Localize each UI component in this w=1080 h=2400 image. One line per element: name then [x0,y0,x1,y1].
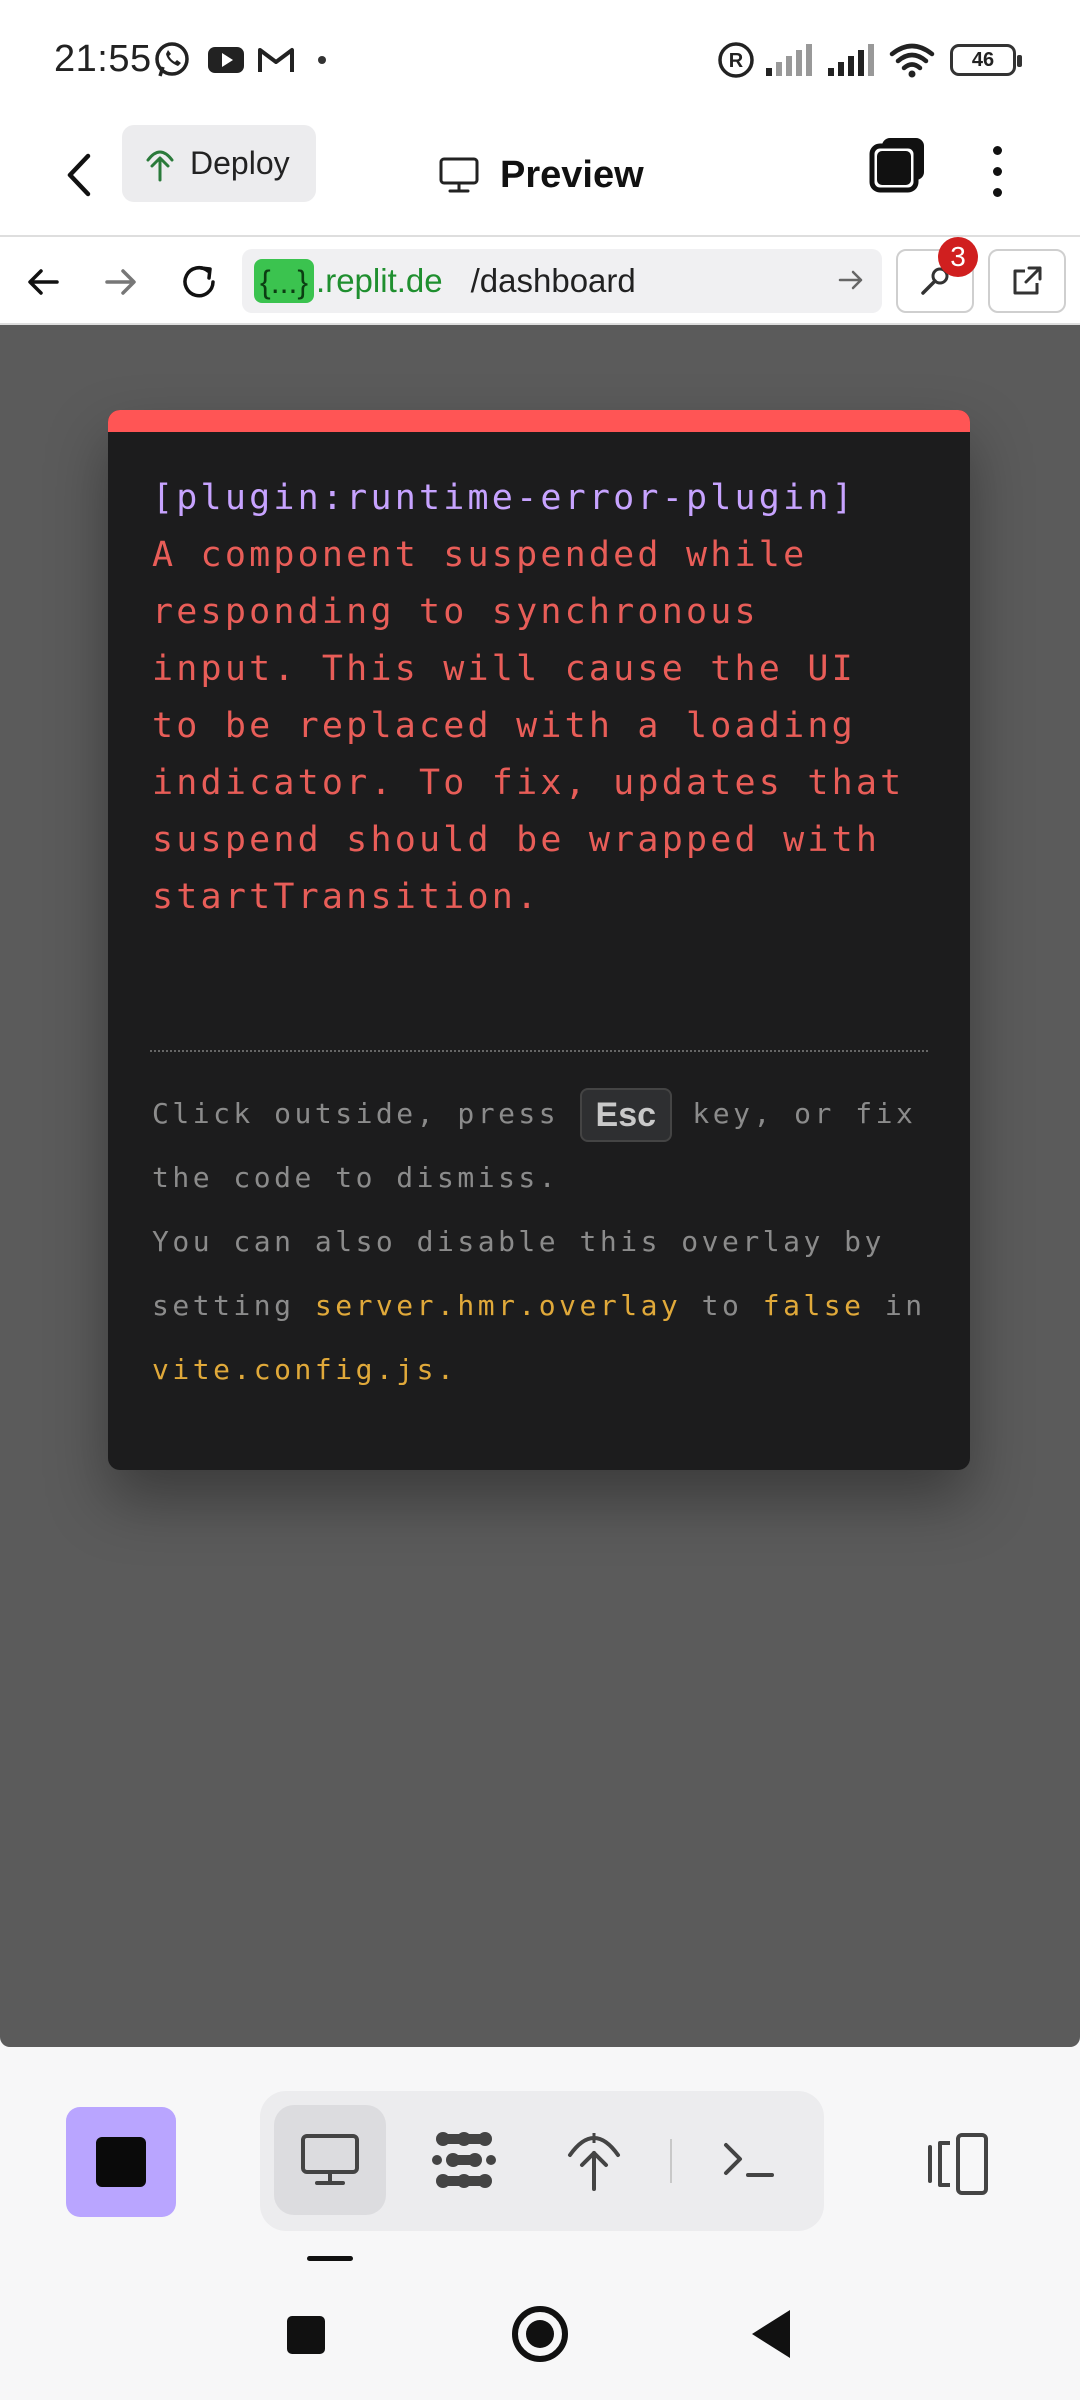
bottom-toolbar [0,2047,1080,2247]
url-field[interactable]: {...} .replit.de /dashboard [242,249,882,313]
preview-label: Preview [500,153,644,196]
home-icon[interactable] [512,2306,568,2362]
tip-text: . [437,1353,458,1386]
home-indicator [307,2256,353,2261]
signal-icon [828,44,874,76]
system-navigation-bar [0,2270,1080,2400]
system-back-icon[interactable] [752,2310,790,2358]
preview-title: Preview [438,140,644,210]
windows-icon[interactable] [868,132,930,194]
plugin-name: [plugin:runtime-error-plugin] [152,478,856,518]
tab-preview[interactable] [274,2105,386,2215]
preview-frame[interactable]: [plugin:runtime-error-plugin] A componen… [0,325,1080,2047]
devtools-button[interactable]: 3 [896,237,978,313]
recents-icon[interactable] [287,2316,325,2354]
youtube-icon [208,47,244,73]
tip-text: to [681,1289,763,1322]
stop-icon [96,2137,146,2187]
error-overlay: [plugin:runtime-error-plugin] A componen… [108,410,970,1470]
battery-icon: 46 [950,44,1022,76]
tip-text: in [864,1289,926,1322]
deploy-button[interactable]: Deploy [122,125,316,202]
error-overlay-accent [108,410,970,432]
monitor-icon [439,157,479,193]
status-bar: 21:55 R 46 [0,0,1080,120]
error-description: A component suspended while responding t… [152,535,905,917]
terminal-icon [724,2143,774,2177]
tab-deployments[interactable] [538,2105,650,2215]
esc-key: Esc [579,1088,673,1142]
registered-icon: R [718,42,754,78]
more-options-icon[interactable] [982,136,1012,206]
status-time: 21:55 [54,38,152,80]
url-domain: .replit.de [316,262,443,299]
external-link-icon [1013,266,1042,295]
tip-text: Click outside, press [152,1097,580,1130]
gmail-icon [258,48,294,72]
agent-icon [432,2132,496,2188]
browser-forward-icon[interactable] [94,255,148,309]
wifi-icon [889,43,935,78]
code-snippet: vite.config.js [152,1353,438,1386]
stop-button[interactable] [66,2107,176,2217]
tab-shell[interactable] [692,2105,804,2215]
go-arrow-icon[interactable] [834,263,868,297]
tab-agent[interactable] [408,2105,520,2215]
chevron-left-icon [67,153,91,197]
tab-separator [670,2139,672,2183]
open-external-button[interactable] [988,249,1066,313]
code-snippet: server.hmr.overlay [314,1289,682,1322]
error-count-badge: 3 [938,237,978,277]
workspace-tabs [260,2091,824,2231]
overlay-tip: Click outside, press Esc key, or fix the… [152,1082,942,1402]
url-path[interactable]: /dashboard [471,262,636,300]
url-toolbar: {...} .replit.de /dashboard 3 [0,235,1080,325]
split-view-icon[interactable] [924,2129,994,2199]
monitor-icon [301,2134,359,2185]
url-prefix: {...} [254,259,315,303]
app-header: Deploy Preview [0,120,1080,235]
signal-icon [766,44,812,76]
reload-icon[interactable] [172,255,226,309]
whatsapp-icon [155,42,189,77]
svg-text:R: R [729,50,744,72]
screen: 21:55 R 46 Deploy Preview {...} .replit.… [0,0,1080,2400]
back-button[interactable] [50,140,110,210]
deploy-icon [146,150,174,181]
deploy-icon [568,2133,620,2191]
notification-dot [318,56,326,64]
divider [150,1050,928,1052]
code-snippet: false [762,1289,865,1322]
browser-back-icon[interactable] [16,255,70,309]
deploy-label: Deploy [190,145,290,181]
error-message: [plugin:runtime-error-plugin] A componen… [108,432,970,926]
